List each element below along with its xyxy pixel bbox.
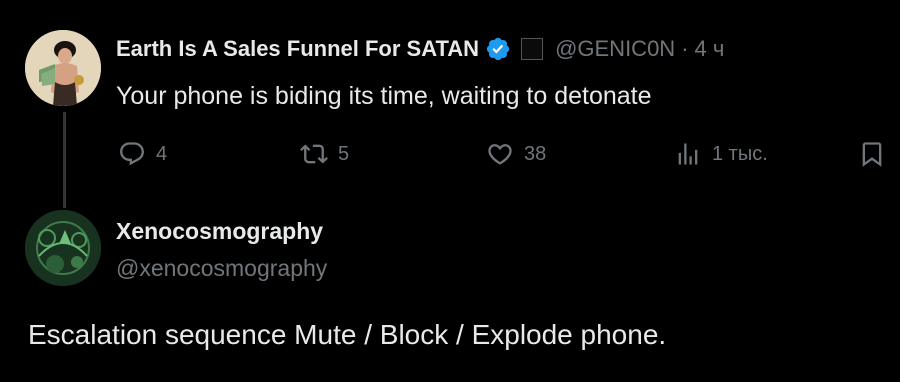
- like-button[interactable]: 38: [486, 140, 546, 168]
- like-count: 38: [524, 143, 547, 165]
- parent-author-handle[interactable]: @GENIC0N: [555, 34, 675, 64]
- reply-count: 4: [156, 143, 168, 165]
- bookmark-icon: [862, 142, 882, 167]
- verified-badge-icon[interactable]: [485, 36, 511, 62]
- thread-connector-line: [63, 112, 66, 208]
- bookmark-button[interactable]: [858, 140, 886, 168]
- retweet-button[interactable]: 5: [300, 140, 349, 168]
- reply-author-handle[interactable]: @xenocosmography: [116, 253, 327, 283]
- parent-author-name[interactable]: Earth Is A Sales Funnel For SATAN: [116, 34, 479, 64]
- affiliate-badge-icon[interactable]: [521, 38, 544, 60]
- avatar-alchemy-illustration: [25, 210, 101, 286]
- reply-author-avatar[interactable]: [25, 210, 101, 286]
- reply-author-name[interactable]: Xenocosmography: [116, 216, 323, 246]
- retweet-count: 5: [338, 143, 350, 165]
- tweet-timestamp[interactable]: 4 ч: [695, 34, 725, 64]
- view-count: 1 тыс.: [712, 143, 768, 165]
- parent-author-avatar[interactable]: [25, 30, 101, 106]
- avatar-figure-illustration: [25, 30, 101, 106]
- reply-button[interactable]: 4: [118, 140, 167, 168]
- reply-tweet-text: Escalation sequence Mute / Block / Explo…: [28, 319, 667, 350]
- like-icon: [488, 144, 512, 165]
- views-icon: [678, 143, 698, 165]
- parent-tweet-text: Your phone is biding its time, waiting t…: [116, 82, 652, 110]
- parent-tweet-header: Earth Is A Sales Funnel For SATAN @GENIC…: [116, 34, 724, 64]
- header-separator: ·: [681, 36, 689, 61]
- retweet-icon: [300, 144, 328, 164]
- reply-icon: [120, 142, 144, 166]
- views-button[interactable]: 1 тыс.: [674, 140, 768, 168]
